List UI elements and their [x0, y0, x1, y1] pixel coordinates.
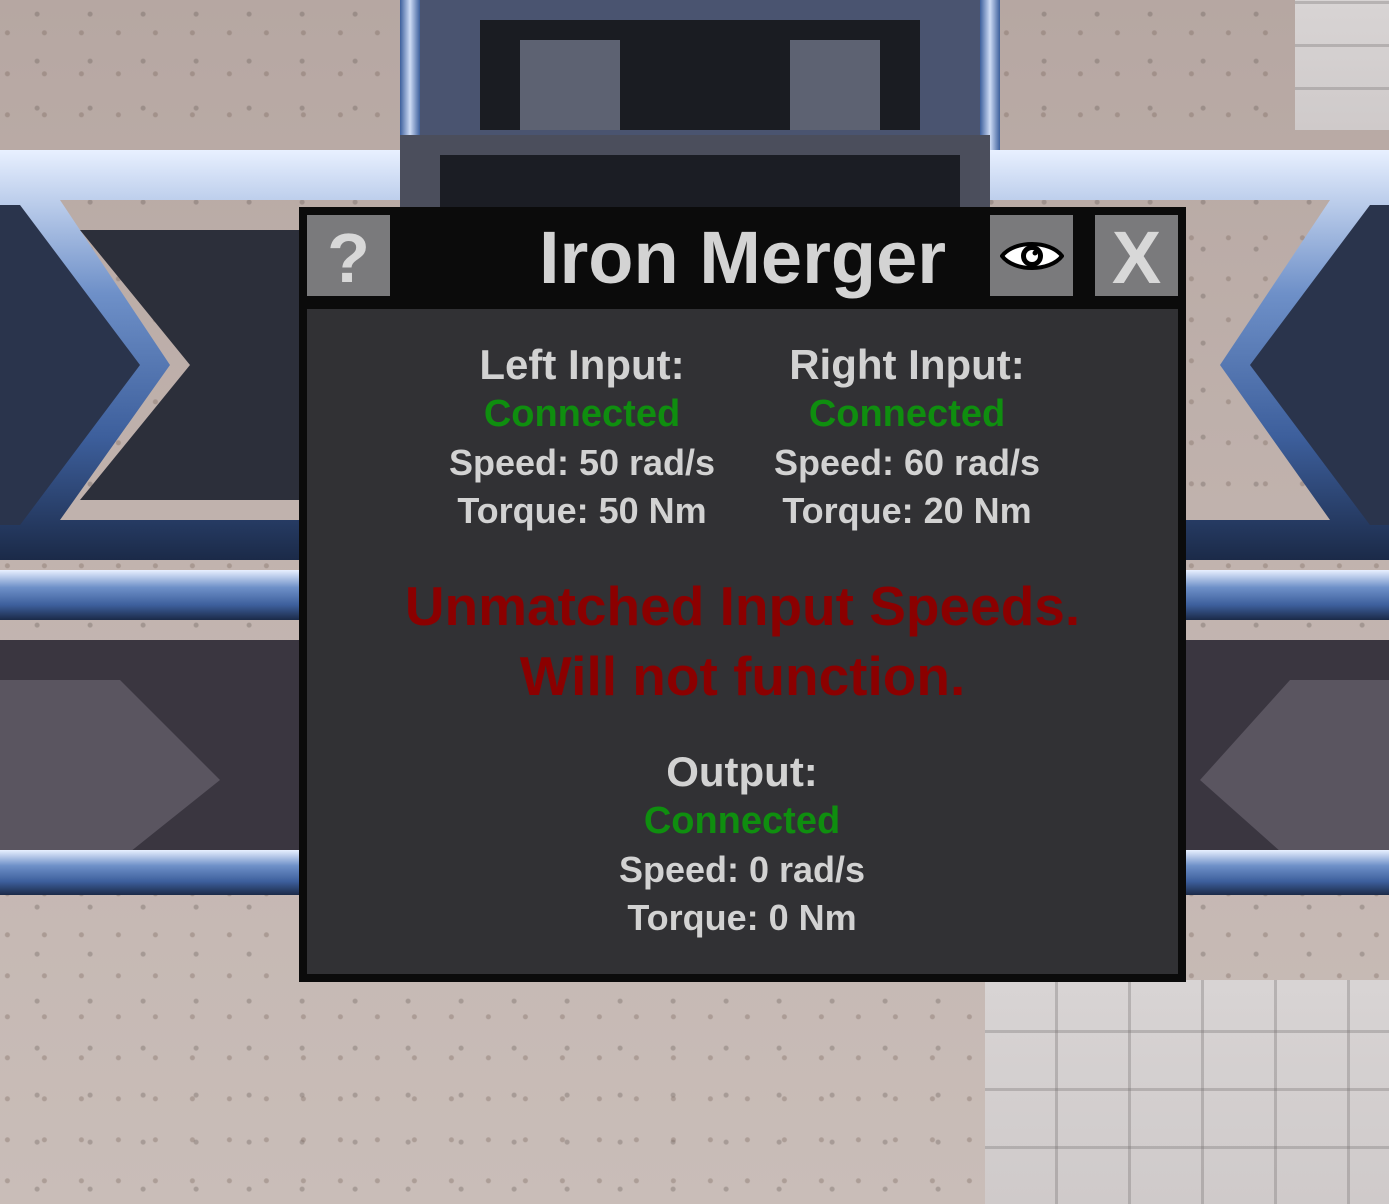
right-input-speed: Speed: 60 rad/s: [773, 442, 1041, 483]
left-input-speed: Speed: 50 rad/s: [448, 442, 716, 483]
left-input-torque: Torque: 50 Nm: [457, 490, 707, 531]
window-content: Left Input: Connected Speed: 50 rad/s To…: [307, 309, 1178, 974]
right-input-status: Connected: [808, 393, 1006, 435]
toggle-visibility-button[interactable]: [990, 215, 1073, 296]
warning-line-1: Unmatched Input Speeds.: [404, 575, 1081, 637]
output-speed: Speed: 0 rad/s: [618, 849, 866, 890]
window-title: Iron Merger: [538, 216, 947, 299]
output-section: Output: Connected Speed: 0 rad/s Torque:…: [582, 746, 902, 942]
help-button[interactable]: ?: [307, 215, 390, 297]
right-input-torque: Torque: 20 Nm: [782, 490, 1032, 531]
window-titlebar: ? Iron Merger X: [299, 207, 1186, 309]
eye-icon: [999, 241, 1064, 270]
output-torque: Torque: 0 Nm: [627, 897, 857, 938]
machine-info-window: ? Iron Merger X Left Input: Connected Sp…: [299, 207, 1186, 982]
left-input-heading: Left Input:: [479, 341, 685, 388]
close-button[interactable]: X: [1095, 215, 1178, 299]
close-icon: X: [1111, 216, 1162, 299]
question-mark-icon: ?: [327, 219, 370, 297]
output-heading: Output:: [666, 748, 818, 795]
warning-line-2: Will not function.: [519, 645, 966, 707]
output-status: Connected: [643, 800, 841, 842]
right-input-section: Right Input: Connected Speed: 60 rad/s T…: [747, 339, 1067, 535]
left-input-section: Left Input: Connected Speed: 50 rad/s To…: [422, 339, 742, 535]
right-input-heading: Right Input:: [789, 341, 1025, 388]
left-input-status: Connected: [483, 393, 681, 435]
warning-message: Unmatched Input Speeds. Will not functio…: [307, 571, 1178, 711]
